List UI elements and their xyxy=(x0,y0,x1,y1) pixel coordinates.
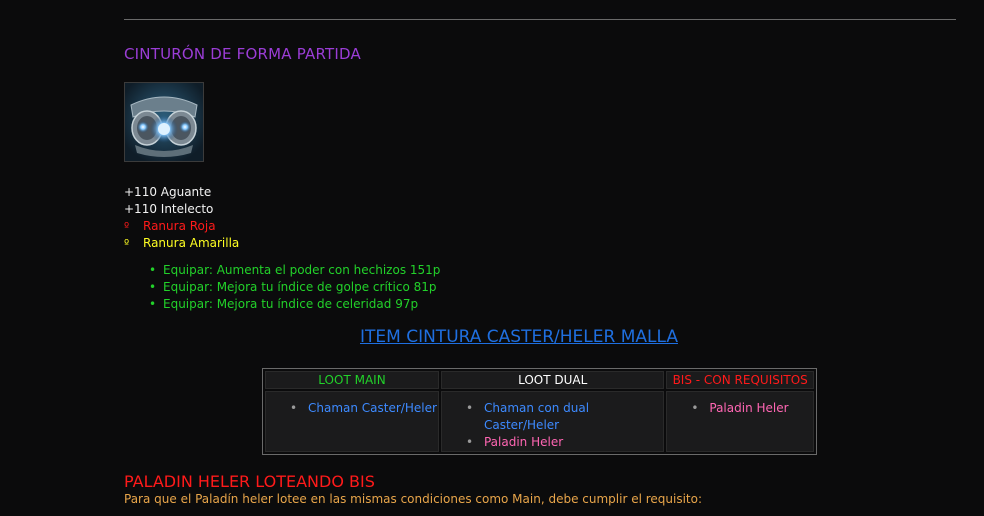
cell-loot-dual: Chaman con dual Caster/Heler Paladin Hel… xyxy=(440,391,665,452)
equip-effect: Equipar: Aumenta el poder con hechizos 1… xyxy=(149,262,440,279)
stat-intellect: +110 Intelecto xyxy=(124,202,214,216)
header-bis: BIS - CON REQUISITOS xyxy=(666,371,814,389)
loot-header-row: LOOT MAIN LOOT DUAL BIS - CON REQUISITOS xyxy=(265,371,814,389)
stat-stamina: +110 Aguante xyxy=(124,185,212,199)
paladin-section-text: Para que el Paladín heler lotee en las m… xyxy=(124,492,703,506)
list-item[interactable]: Chaman con dual Caster/Heler xyxy=(466,400,663,434)
section-title-link[interactable]: ITEM CINTURA CASTER/HELER MALLA xyxy=(0,327,984,347)
list-item[interactable]: Chaman Caster/Heler xyxy=(290,400,438,417)
loot-body-row: Chaman Caster/Heler Chaman con dual Cast… xyxy=(265,391,814,452)
top-divider xyxy=(124,19,956,20)
loot-dual-list: Chaman con dual Caster/Heler Paladin Hel… xyxy=(442,400,663,451)
socket-bullet: º xyxy=(124,237,130,250)
header-loot-main: LOOT MAIN xyxy=(265,371,439,389)
loot-table: LOOT MAIN LOOT DUAL BIS - CON REQUISITOS… xyxy=(262,368,817,455)
socket-bullet: º xyxy=(124,220,130,233)
equip-effects-list: Equipar: Aumenta el poder con hechizos 1… xyxy=(149,262,440,313)
equip-effect: Equipar: Mejora tu índice de celeridad 9… xyxy=(149,296,440,313)
belt-icon[interactable] xyxy=(124,82,204,162)
header-loot-dual: LOOT DUAL xyxy=(440,371,665,389)
bis-list: Paladin Heler xyxy=(667,400,813,417)
paladin-section-title: PALADIN HELER LOTEANDO BIS xyxy=(124,472,375,491)
list-item[interactable]: Paladin Heler xyxy=(466,434,663,451)
socket-yellow: º Ranura Amarilla xyxy=(124,235,239,252)
item-stats: +110 Aguante +110 Intelecto º Ranura Roj… xyxy=(124,184,239,252)
socket-red-label: Ranura Roja xyxy=(143,219,216,233)
equip-effect: Equipar: Mejora tu índice de golpe críti… xyxy=(149,279,440,296)
list-item[interactable]: Paladin Heler xyxy=(691,400,813,417)
loot-main-list: Chaman Caster/Heler xyxy=(266,400,438,417)
socket-red: º Ranura Roja xyxy=(124,218,239,235)
socket-yellow-label: Ranura Amarilla xyxy=(143,236,240,250)
item-title: CINTURÓN DE FORMA PARTIDA xyxy=(124,45,361,63)
cell-loot-main: Chaman Caster/Heler xyxy=(265,391,439,452)
cell-bis: Paladin Heler xyxy=(666,391,814,452)
